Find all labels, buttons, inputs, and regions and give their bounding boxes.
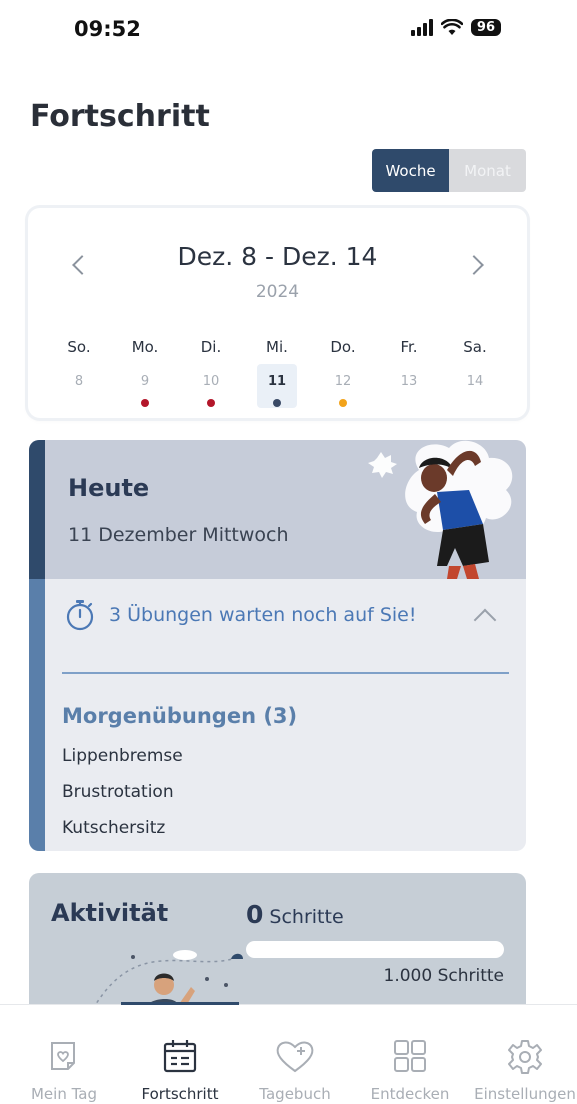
status-bar: 09:52 96	[0, 0, 577, 60]
steps-unit: Schritte	[269, 906, 344, 928]
day-name: Fr.	[400, 338, 418, 356]
status-dot	[141, 399, 149, 407]
accent-bar	[29, 579, 45, 851]
battery-indicator: 96	[470, 18, 501, 36]
day-name: So.	[67, 338, 91, 356]
accent-bar	[29, 440, 45, 579]
divider	[62, 672, 509, 674]
exercise-item[interactable]: Lippenbremse	[62, 746, 183, 766]
heart-plus-icon	[276, 1041, 314, 1073]
steps-goal: 1.000 Schritte	[383, 966, 505, 986]
stretching-woman-illustration	[368, 440, 513, 579]
status-time: 09:52	[74, 17, 141, 41]
day-name: Mi.	[266, 338, 288, 356]
grid-icon	[394, 1040, 426, 1072]
calendar-heart-icon	[51, 1042, 75, 1070]
tab-tagebuch[interactable]: Tagebuch	[240, 1005, 350, 1104]
week-range: Dez. 8 - Dez. 14	[177, 242, 378, 271]
day-name: Di.	[200, 338, 222, 356]
exercise-group-title[interactable]: Morgenübungen (3)	[62, 704, 297, 728]
tab-label: Tagebuch	[259, 1085, 331, 1103]
cellular-signal-icon	[410, 18, 433, 36]
status-dot	[207, 399, 215, 407]
tab-label: Einstellungen	[474, 1085, 576, 1103]
calendar-icon	[163, 1040, 197, 1073]
tab-label: Mein Tag	[30, 1085, 97, 1103]
pending-exercises-text: 3 Übungen warten noch auf Sie!	[109, 604, 417, 626]
week-calendar-card: Dez. 8 - Dez. 14 2024 So. 8 Mo. 9 Di. 10…	[28, 208, 527, 418]
period-toggle: Woche Monat	[372, 149, 526, 192]
exercise-item[interactable]: Kutschersitz	[62, 818, 165, 838]
today-title: Heute	[68, 474, 150, 502]
day-name: Mo.	[131, 338, 159, 356]
gear-icon	[508, 1040, 542, 1074]
activity-title: Aktivität	[51, 899, 169, 927]
steps-value: 0	[246, 900, 264, 929]
toggle-week[interactable]: Woche	[372, 149, 449, 192]
pending-exercises-row[interactable]: 3 Übungen warten noch auf Sie!	[65, 598, 416, 632]
steps-progress-bar	[246, 941, 504, 958]
tab-fortschritt[interactable]: Fortschritt	[125, 1005, 235, 1104]
today-date: 11 Dezember Mittwoch	[68, 524, 289, 546]
tab-einstellungen[interactable]: Einstellungen	[470, 1005, 577, 1104]
day-date: 14	[466, 374, 484, 389]
steps-count: 0 Schritte	[246, 900, 344, 929]
week-year: 2024	[255, 282, 300, 302]
tab-mein-tag[interactable]: Mein Tag	[9, 1005, 119, 1104]
collapse-chevron-up-icon[interactable]	[473, 608, 497, 632]
tab-entdecken[interactable]: Entdecken	[355, 1005, 465, 1104]
wifi-icon	[440, 18, 463, 35]
page-title: Fortschritt	[30, 99, 210, 134]
day-date: 8	[74, 374, 84, 389]
exercise-item[interactable]: Brustrotation	[62, 782, 174, 802]
day-name: Do.	[330, 338, 356, 356]
toggle-month[interactable]: Monat	[449, 149, 526, 192]
status-dot	[339, 399, 347, 407]
bottom-tab-bar: Mein Tag Fortschritt Tagebuch Entdecken …	[0, 1002, 577, 1104]
day-date: 13	[400, 374, 418, 389]
stopwatch-icon	[66, 600, 94, 631]
status-dot	[273, 399, 281, 407]
tab-label: Entdecken	[370, 1085, 450, 1103]
today-card: Heute 11 Dezember Mittwoch 3 Übungen war…	[29, 440, 526, 851]
day-name: Sa.	[463, 338, 487, 356]
tab-label: Fortschritt	[141, 1085, 219, 1103]
